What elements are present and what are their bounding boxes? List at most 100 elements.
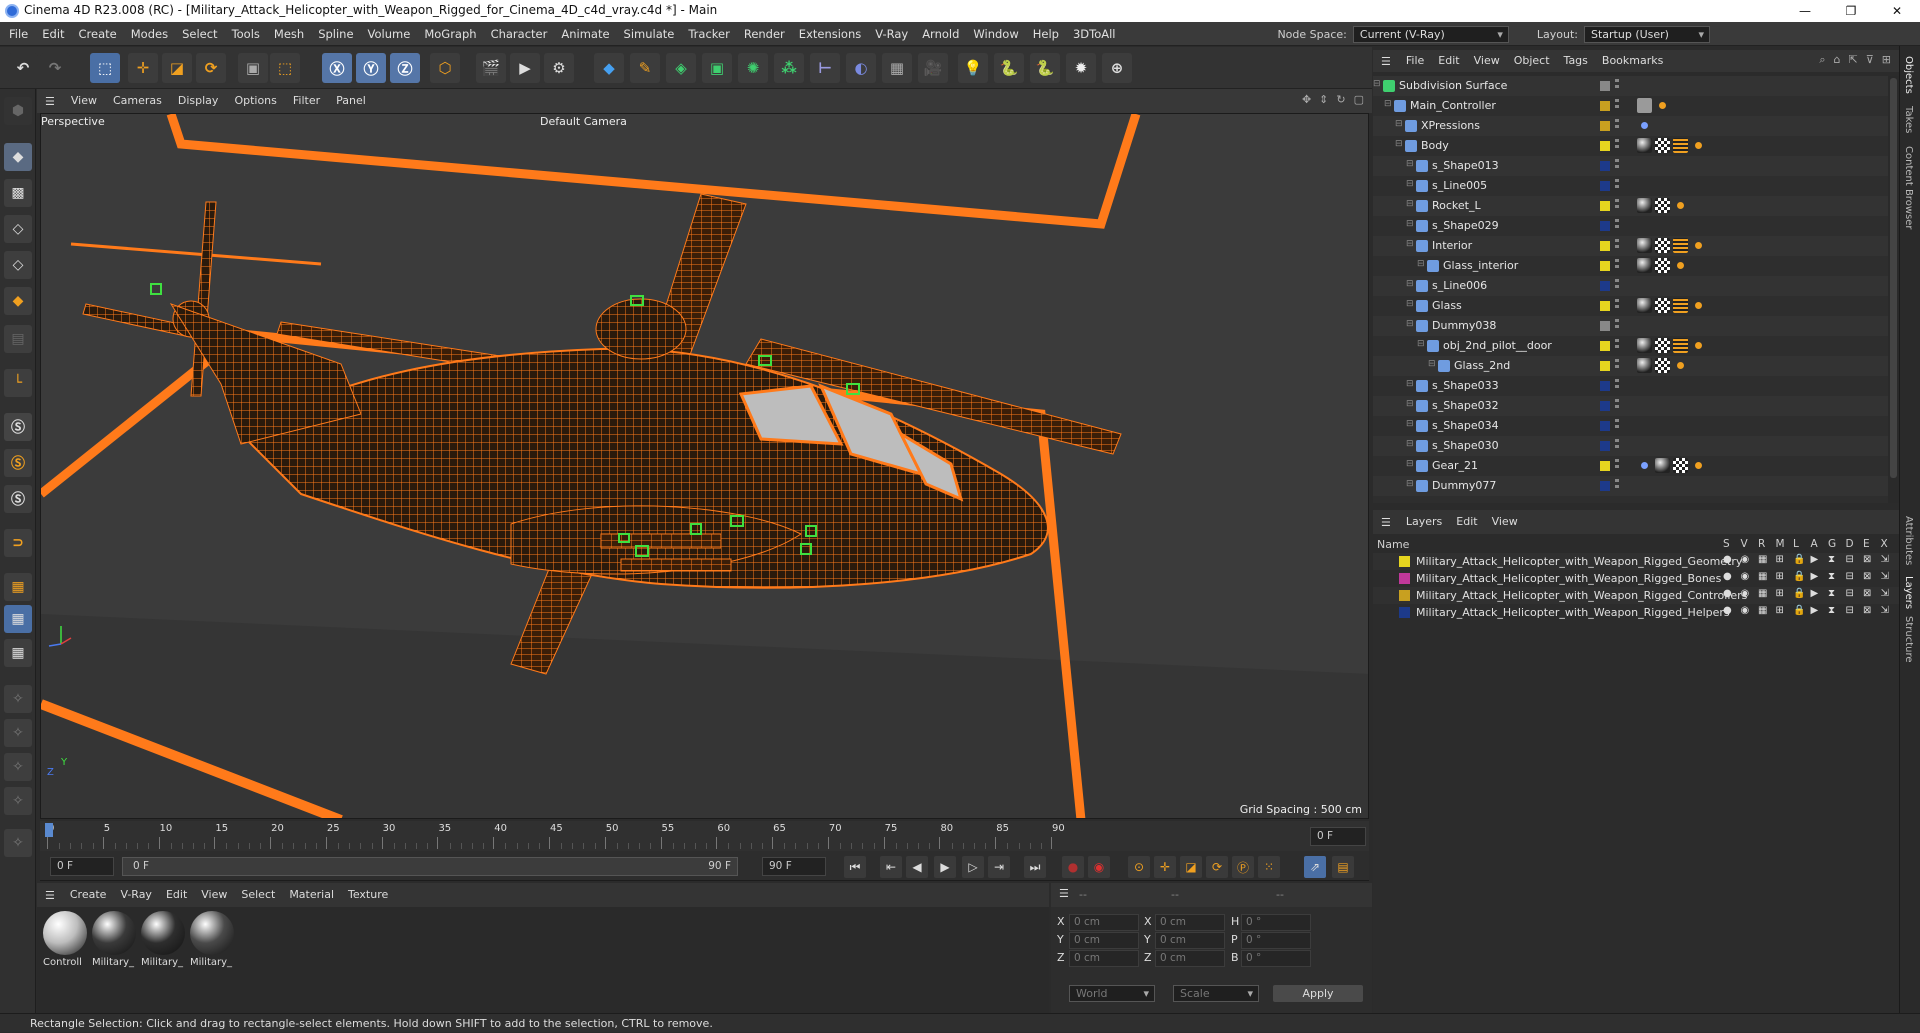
layer-toggle-icon[interactable]: ⊠ <box>1863 588 1871 599</box>
layer-toggle-icon[interactable]: ▦ <box>1758 588 1767 599</box>
smooth-icon[interactable]: ✧ <box>4 787 32 815</box>
scrollbar-thumb[interactable] <box>1890 78 1897 478</box>
material-tag-icon[interactable] <box>1637 358 1652 373</box>
material-tag-icon[interactable] <box>1637 298 1652 313</box>
menu-arnold[interactable]: Arnold <box>915 22 966 46</box>
layer-column-header[interactable]: M <box>1776 538 1785 550</box>
selection-tag-icon[interactable] <box>1691 298 1706 313</box>
viewport-menu-cameras[interactable]: Cameras <box>105 89 170 113</box>
expand-icon[interactable]: ⊞ <box>1882 53 1891 67</box>
visibility-dots-icon[interactable] <box>1615 99 1619 113</box>
texture-tag-icon[interactable] <box>1655 358 1670 373</box>
play-icon[interactable]: ▶ <box>934 856 956 878</box>
object-row[interactable]: ⊟ s_Line005 <box>1373 176 1888 196</box>
object-row[interactable]: ⊟ Dummy077 <box>1373 476 1888 496</box>
grid-icon[interactable]: ▦ <box>4 605 32 633</box>
layer-toggle-icon[interactable]: ⊠ <box>1863 605 1871 616</box>
tree-expander-icon[interactable]: ⊟ <box>1384 99 1392 109</box>
previous-frame-icon[interactable]: ◀ <box>906 856 928 878</box>
layer-toggle-icon[interactable]: ⊠ <box>1863 571 1871 582</box>
dolly-icon[interactable]: ⇕ <box>1319 93 1328 106</box>
minimize-button[interactable]: — <box>1782 0 1828 22</box>
timeline-window-icon[interactable]: ▤ <box>1332 856 1354 878</box>
model-mode-icon[interactable]: ◆ <box>4 143 32 171</box>
workplane-lock-icon[interactable]: ▦ <box>4 639 32 667</box>
texture-tag-icon[interactable] <box>1655 298 1670 313</box>
texture-tag-icon[interactable] <box>1655 338 1670 353</box>
visibility-dots-icon[interactable] <box>1615 399 1619 413</box>
layer-color-swatch[interactable] <box>1600 281 1610 291</box>
coord-pos-field[interactable]: 0 cm <box>1069 932 1139 949</box>
layer-row[interactable]: Military_Attack_Helicopter_with_Weapon_R… <box>1373 553 1899 570</box>
visibility-dots-icon[interactable] <box>1615 119 1619 133</box>
tree-expander-icon[interactable]: ⊟ <box>1406 399 1414 409</box>
layer-color-swatch[interactable] <box>1600 221 1610 231</box>
pla-key-icon[interactable]: ⁙ <box>1258 856 1280 878</box>
object-row[interactable]: ⊟ Glass_interior <box>1373 256 1888 276</box>
layer-toggle-icon[interactable]: ⊞ <box>1776 588 1784 599</box>
timeline-playhead[interactable] <box>45 823 53 837</box>
layer-color-swatch[interactable] <box>1600 261 1610 271</box>
python-icon[interactable]: 🐍 <box>994 53 1024 83</box>
object-row[interactable]: ⊟ XPressions <box>1373 116 1888 136</box>
paint-icon[interactable]: ✧ <box>4 753 32 781</box>
object-menu-edit[interactable]: Edit <box>1431 50 1466 72</box>
layer-color-swatch[interactable] <box>1600 81 1610 91</box>
snap-icon[interactable]: Ⓢ <box>4 413 32 441</box>
visibility-dots-icon[interactable] <box>1615 359 1619 373</box>
coordinate-system-icon[interactable]: ⬡ <box>430 53 460 83</box>
live-select-icon[interactable]: ⬚ <box>270 53 300 83</box>
object-row[interactable]: ⊟ s_Shape029 <box>1373 216 1888 236</box>
gear-icon[interactable]: ✹ <box>1066 53 1096 83</box>
undo-icon[interactable]: ↶ <box>8 53 38 83</box>
viewport-menu-view[interactable]: View <box>63 89 105 113</box>
material-tag-icon[interactable] <box>1637 198 1652 213</box>
menu-edit[interactable]: Edit <box>35 22 71 46</box>
field-icon[interactable]: ◐ <box>846 53 876 83</box>
layer-toggle-icon[interactable]: ⇲ <box>1881 588 1889 599</box>
cube-object-icon[interactable]: ◆ <box>594 53 624 83</box>
render-picture-icon[interactable]: ▶ <box>510 53 540 83</box>
material-menu-view[interactable]: View <box>194 883 234 907</box>
position-key-icon[interactable]: ✛ <box>1154 856 1176 878</box>
tree-expander-icon[interactable]: ⊟ <box>1395 119 1403 129</box>
layer-color-swatch[interactable] <box>1600 481 1610 491</box>
tree-expander-icon[interactable]: ⊟ <box>1406 219 1414 229</box>
layer-color-swatch[interactable] <box>1600 141 1610 151</box>
selection-tag-icon[interactable] <box>1691 238 1706 253</box>
x-axis-lock-icon[interactable]: Ⓧ <box>322 53 352 83</box>
visibility-dots-icon[interactable] <box>1615 179 1619 193</box>
uvw-tag-icon[interactable] <box>1673 138 1688 153</box>
menu-tools[interactable]: Tools <box>225 22 267 46</box>
hamburger-icon[interactable]: ☰ <box>1059 887 1069 900</box>
3d-viewport[interactable]: Perspective Default Camera Grid Spacing … <box>40 113 1369 819</box>
layer-column-header[interactable]: R <box>1758 538 1765 550</box>
layer-color-swatch[interactable] <box>1600 361 1610 371</box>
visibility-dots-icon[interactable] <box>1615 299 1619 313</box>
layer-toggle-icon[interactable]: ▶ <box>1811 571 1819 582</box>
motion-clip-icon[interactable]: ⇗ <box>1304 856 1326 878</box>
layer-toggle-icon[interactable]: ◉ <box>1741 571 1750 582</box>
menu-tracker[interactable]: Tracker <box>681 22 737 46</box>
filter-icon[interactable]: ⊽ <box>1866 53 1874 67</box>
camera-label[interactable]: Default Camera <box>536 114 631 129</box>
visibility-dots-icon[interactable] <box>1615 439 1619 453</box>
object-row[interactable]: ⊟ Glass <box>1373 296 1888 316</box>
selection-tag-icon[interactable] <box>1691 458 1706 473</box>
material-menu-material[interactable]: Material <box>282 883 341 907</box>
layer-color-swatch[interactable] <box>1600 321 1610 331</box>
object-row[interactable]: ⊟ Glass_2nd <box>1373 356 1888 376</box>
z-axis-lock-icon[interactable]: Ⓩ <box>390 53 420 83</box>
tab-structure[interactable]: Structure <box>1903 616 1914 663</box>
tree-expander-icon[interactable]: ⊟ <box>1406 159 1414 169</box>
recent-tool-icon[interactable]: ▣ <box>238 53 268 83</box>
visibility-dots-icon[interactable] <box>1615 379 1619 393</box>
hamburger-icon[interactable]: ☰ <box>37 95 63 108</box>
layer-color-swatch[interactable] <box>1399 556 1410 567</box>
object-menu-tags[interactable]: Tags <box>1557 50 1595 72</box>
rotation-key-icon[interactable]: ⟳ <box>1206 856 1228 878</box>
layer-toggle-icon[interactable]: ▦ <box>1758 571 1767 582</box>
layer-toggle-icon[interactable]: ⇲ <box>1881 554 1889 565</box>
visibility-dots-icon[interactable] <box>1615 199 1619 213</box>
texture-tag-icon[interactable] <box>1673 458 1688 473</box>
